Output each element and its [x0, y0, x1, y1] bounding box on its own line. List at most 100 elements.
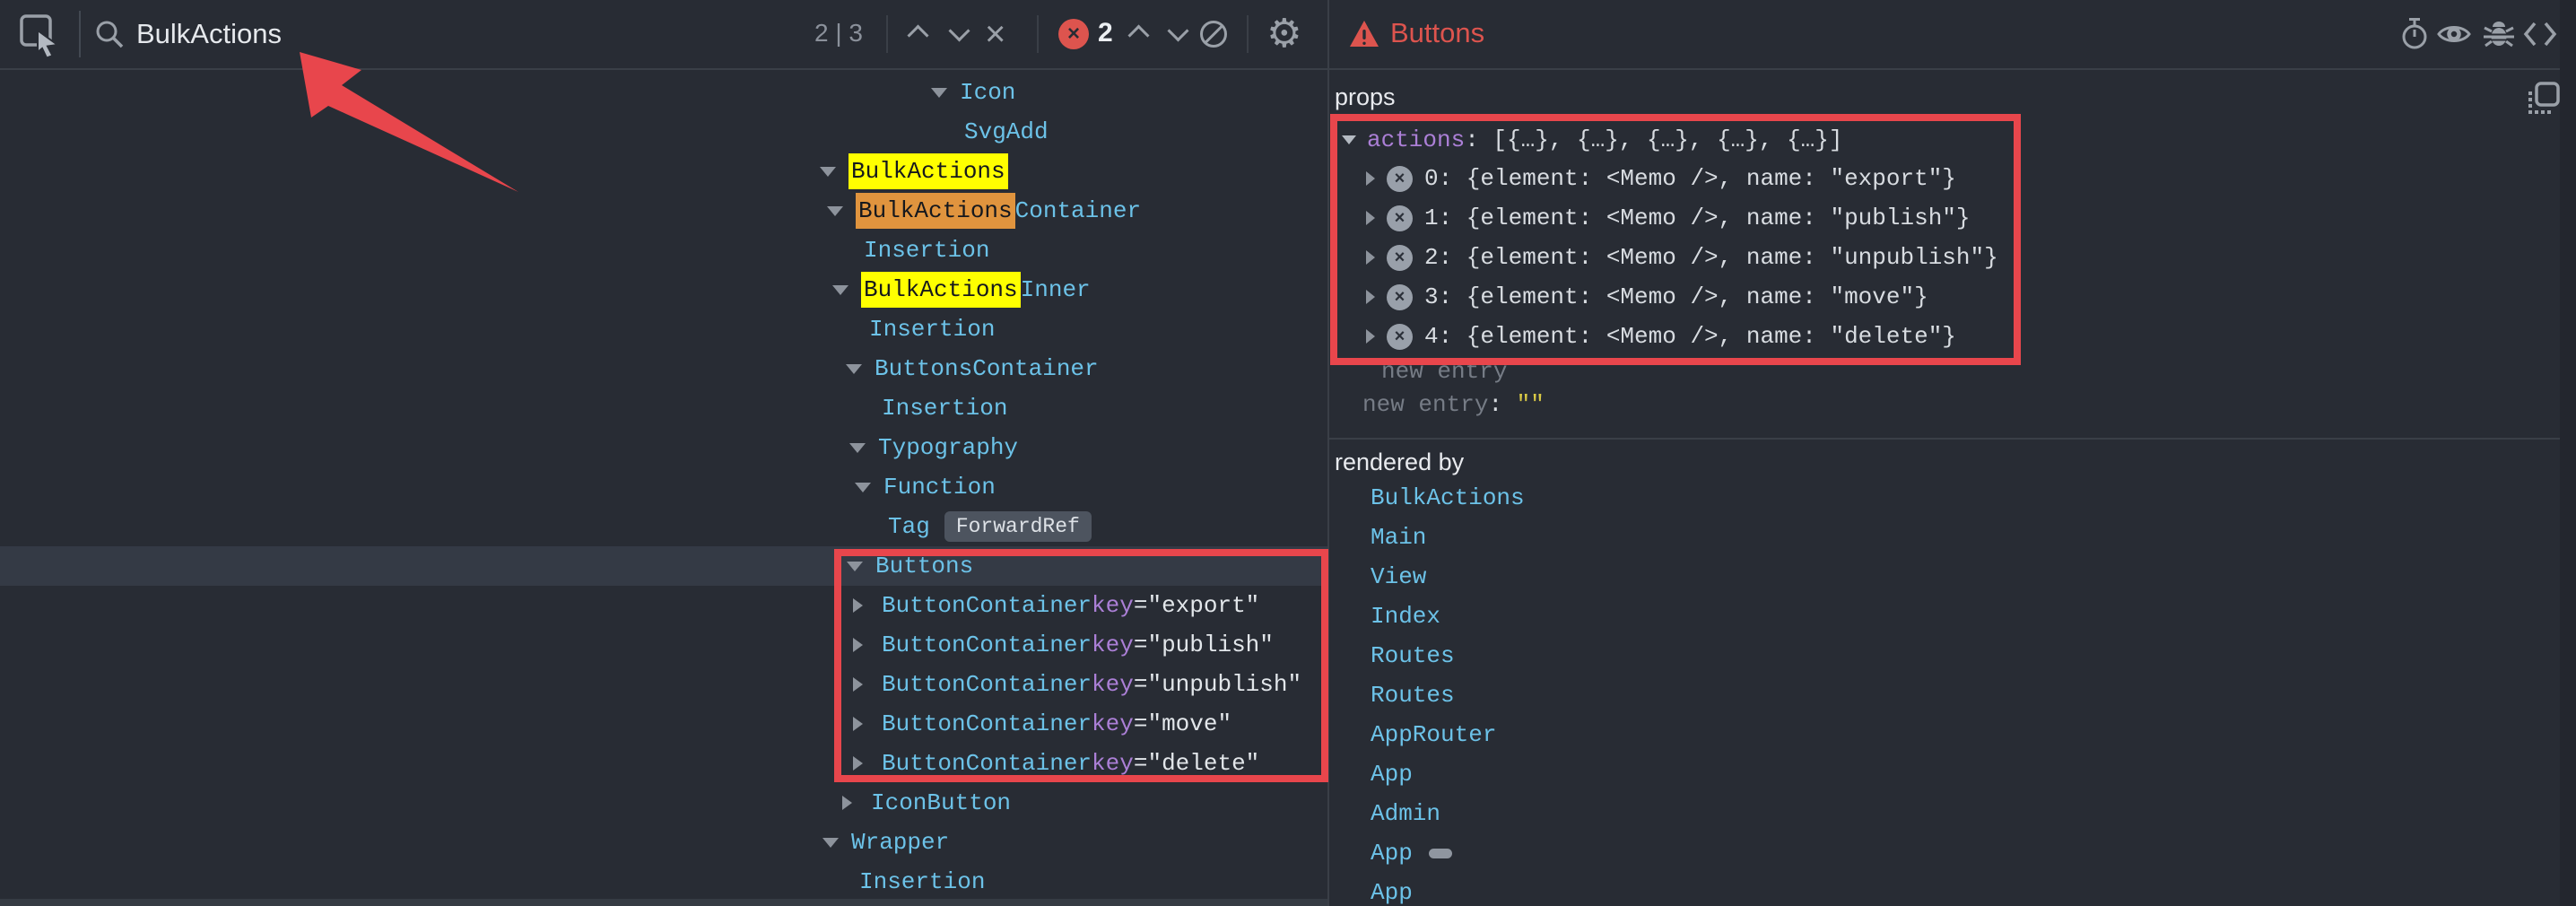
prop-row-action-2[interactable]: ×2: {element: <Memo />, name: "unpublish…	[1366, 238, 1998, 277]
tree-row-insertion[interactable]: Insertion	[0, 231, 1327, 270]
tree-row-buttons[interactable]: Buttons	[0, 546, 1327, 586]
rendered-by-item-routes[interactable]: Routes	[1371, 675, 1455, 715]
rendered-by-item-view[interactable]: View	[1371, 557, 1426, 597]
component-badge	[1429, 849, 1452, 858]
component-name: Buttons	[875, 546, 973, 586]
stopwatch-icon[interactable]	[2397, 16, 2432, 52]
rendered-by-item-app[interactable]: App	[1371, 833, 1452, 873]
tree-row-typography[interactable]: Typography	[0, 428, 1327, 467]
tree-row-wrapper[interactable]: Wrapper	[0, 823, 1327, 862]
tree-row-bulkactions[interactable]: BulkActions	[0, 152, 1327, 191]
previous-error-button[interactable]	[1127, 23, 1152, 45]
expand-arrow-icon[interactable]	[1366, 329, 1375, 344]
new-entry-row[interactable]: new entry: ""	[1362, 385, 1545, 424]
collapse-arrow-icon[interactable]	[931, 88, 947, 98]
component-name: Insertion	[882, 388, 1007, 428]
component-name: Insertion	[859, 862, 985, 902]
panel-divider[interactable]	[1327, 0, 1329, 906]
inspect-element-icon[interactable]	[18, 13, 63, 57]
tree-row-buttoncontainer[interactable]: ButtonContainer key="export"	[0, 586, 1327, 625]
delete-entry-icon[interactable]: ×	[1387, 245, 1413, 271]
component-name: Wrapper	[851, 823, 949, 862]
tree-row-buttoncontainer[interactable]: ButtonContainer key="unpublish"	[0, 665, 1327, 704]
delete-entry-icon[interactable]: ×	[1387, 324, 1413, 350]
search-match-count: 2 | 3	[814, 19, 863, 48]
prop-row-action-4[interactable]: ×4: {element: <Memo />, name: "delete"}	[1366, 317, 1956, 356]
tree-row-icon[interactable]: Icon	[0, 73, 1327, 112]
toolbar-divider	[1247, 15, 1249, 53]
expand-arrow-icon[interactable]	[1366, 211, 1375, 225]
expand-arrow-icon[interactable]	[853, 598, 863, 613]
bug-icon[interactable]	[2481, 16, 2517, 52]
rendered-by-item-approuter[interactable]: AppRouter	[1371, 715, 1496, 754]
delete-entry-icon[interactable]: ×	[1387, 166, 1413, 192]
rendered-by-item-app[interactable]: App	[1371, 873, 1413, 906]
clear-search-button[interactable]: ×	[985, 9, 1005, 59]
rendered-by-item-admin[interactable]: Admin	[1371, 794, 1440, 833]
react-devtools-window: 2 | 3 × × 2 ⚙ Buttons	[0, 0, 2576, 906]
rendered-by-item-main[interactable]: Main	[1371, 518, 1426, 557]
search-icon	[91, 16, 127, 52]
scrollbar-gutter[interactable]	[2560, 0, 2576, 906]
tree-row-svgadd[interactable]: SvgAdd	[0, 112, 1327, 152]
collapse-arrow-icon[interactable]	[827, 206, 843, 216]
next-error-button[interactable]	[1166, 23, 1191, 45]
tree-row-function[interactable]: Function	[0, 467, 1327, 507]
expand-arrow-icon[interactable]	[853, 677, 863, 692]
tree-row-bulkactionscontainer[interactable]: BulkActionsContainer	[0, 191, 1327, 231]
collapse-arrow-icon[interactable]	[832, 285, 849, 295]
delete-entry-icon[interactable]: ×	[1387, 284, 1413, 310]
copy-props-icon[interactable]	[2524, 79, 2563, 118]
next-match-button[interactable]	[947, 23, 972, 45]
tree-row-insertion[interactable]: Insertion	[0, 309, 1327, 349]
collapse-arrow-icon[interactable]	[855, 483, 871, 492]
expand-arrow-icon[interactable]	[853, 756, 863, 771]
settings-gear-icon[interactable]: ⚙	[1266, 7, 1301, 61]
expand-arrow-icon[interactable]	[1366, 290, 1375, 304]
prop-row-action-3[interactable]: ×3: {element: <Memo />, name: "move"}	[1366, 277, 1928, 317]
tree-row-buttoncontainer[interactable]: ButtonContainer key="move"	[0, 704, 1327, 744]
toolbar-divider	[79, 11, 81, 57]
rendered-by-item-app[interactable]: App	[1371, 754, 1413, 794]
tree-row-buttonscontainer[interactable]: ButtonsContainer	[0, 349, 1327, 388]
component-name: Icon	[960, 73, 1015, 112]
rendered-by-item-routes[interactable]: Routes	[1371, 636, 1455, 675]
clear-errors-icon[interactable]	[1200, 21, 1227, 48]
expand-arrow-icon[interactable]	[1366, 171, 1375, 186]
expand-arrow-icon[interactable]	[842, 796, 852, 810]
rendered-by-item-index[interactable]: Index	[1371, 597, 1440, 636]
tree-row-iconbutton[interactable]: IconButton	[0, 783, 1327, 823]
expand-arrow-icon[interactable]	[853, 717, 863, 731]
prop-row-actions[interactable]: actions: [{…}, {…}, {…}, {…}, {…}]	[1342, 120, 1843, 160]
search-input[interactable]	[136, 14, 782, 54]
view-source-code-icon[interactable]	[2522, 16, 2558, 52]
previous-match-button[interactable]	[906, 23, 931, 45]
tree-row-insertion[interactable]: Insertion	[0, 388, 1327, 428]
tree-row-buttoncontainer[interactable]: ButtonContainer key="publish"	[0, 625, 1327, 665]
component-name: ButtonsContainer	[875, 349, 1099, 388]
component-name: BulkActionsInner	[861, 270, 1091, 309]
tree-row-buttoncontainer[interactable]: ButtonContainer key="delete"	[0, 744, 1327, 783]
collapse-arrow-icon[interactable]	[1342, 135, 1356, 144]
collapse-arrow-icon[interactable]	[847, 562, 863, 571]
tree-row-insertion[interactable]: Insertion	[0, 862, 1327, 902]
rendered-by-item-bulkactions[interactable]: BulkActions	[1371, 478, 1525, 518]
collapse-arrow-icon[interactable]	[820, 167, 836, 177]
tree-row-tag[interactable]: TagForwardRef	[0, 507, 1327, 546]
collapse-arrow-icon[interactable]	[822, 838, 839, 848]
delete-entry-icon[interactable]: ×	[1387, 205, 1413, 231]
expand-arrow-icon[interactable]	[853, 638, 863, 652]
tree-row-bulkactionsinner[interactable]: BulkActionsInner	[0, 270, 1327, 309]
collapse-arrow-icon[interactable]	[846, 364, 862, 374]
eye-icon[interactable]	[2436, 16, 2472, 52]
collapse-arrow-icon[interactable]	[849, 443, 866, 453]
tree-horizontal-scrollbar[interactable]	[0, 899, 1327, 906]
prop-row-action-1[interactable]: ×1: {element: <Memo />, name: "publish"}	[1366, 198, 1971, 238]
toolbar-divider	[1037, 15, 1039, 53]
component-name: IconButton	[871, 783, 1011, 823]
component-name: ButtonContainer key="unpublish"	[882, 665, 1301, 704]
prop-row-action-0[interactable]: ×0: {element: <Memo />, name: "export"}	[1366, 159, 1956, 198]
component-name: BulkActions	[849, 152, 1008, 191]
error-count: 2	[1098, 18, 1113, 48]
expand-arrow-icon[interactable]	[1366, 250, 1375, 265]
